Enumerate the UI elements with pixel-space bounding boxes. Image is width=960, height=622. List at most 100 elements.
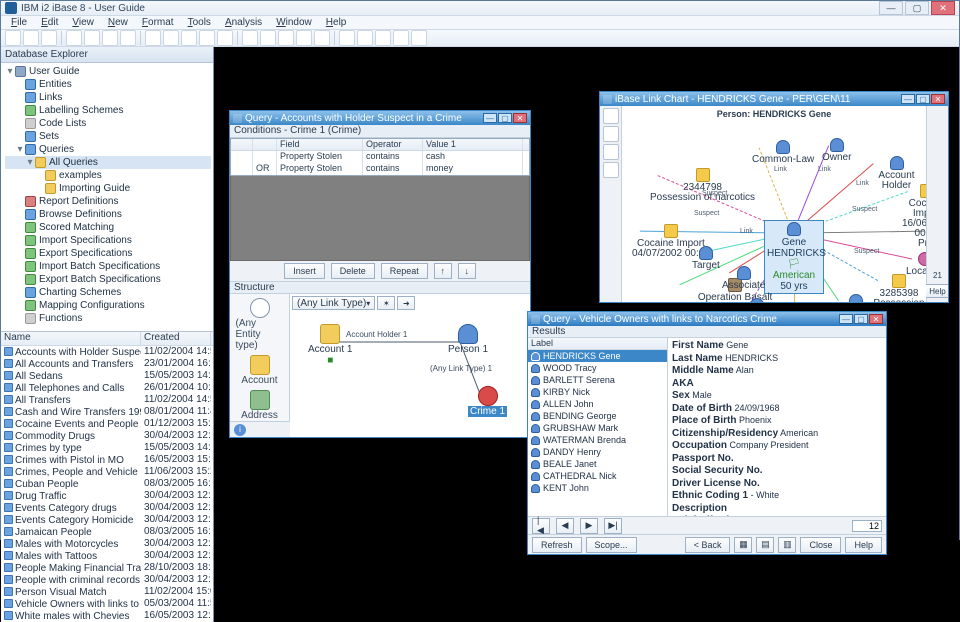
query-list-row[interactable]: Cocaine Events and People01/12/2003 15:2… [1, 418, 213, 430]
menu-format[interactable]: Format [136, 16, 180, 29]
query-list-row[interactable]: Vehicle Owners with links to Narcotics C… [1, 598, 213, 610]
qw2-titlebar[interactable]: Query - Vehicle Owners with links to Nar… [528, 312, 886, 326]
palette-item[interactable]: Address [236, 390, 284, 421]
tree-node[interactable]: Export Specifications [5, 247, 211, 260]
toolbar-button-21[interactable] [411, 30, 427, 46]
toolbar-button-17[interactable] [339, 30, 355, 46]
query-list-row[interactable]: Crimes with Pistol in MO16/05/2003 15:30… [1, 454, 213, 466]
result-row[interactable]: CATHEDRAL Nick [528, 470, 667, 482]
nav-next-button[interactable]: ▶ [580, 518, 598, 534]
toolbar-button-0[interactable] [5, 30, 21, 46]
result-row[interactable]: WATERMAN Brenda [528, 434, 667, 446]
chart-node[interactable]: 3285398Possession of narcotics [872, 274, 926, 302]
query-results-window[interactable]: Query - Vehicle Owners with links to Nar… [527, 311, 887, 555]
chart-node[interactable]: Common-Law [752, 140, 814, 165]
toolbar-button-13[interactable] [260, 30, 276, 46]
lc-max-button[interactable]: ▢ [916, 94, 930, 104]
menu-analysis[interactable]: Analysis [219, 16, 268, 29]
link-chart-canvas[interactable]: Person: HENDRICKS Gene Gene HENDRICKS 🏳 … [622, 106, 926, 302]
result-row[interactable]: DANDY Henry [528, 446, 667, 458]
qw2-close-button[interactable]: ✕ [869, 314, 883, 324]
result-row[interactable]: WOOD Tracy [528, 362, 667, 374]
entity-person-1[interactable]: Person 1 [448, 324, 488, 355]
query-list-row[interactable]: Jamaican People08/03/2005 16:01:49 [1, 526, 213, 538]
conditions-grid[interactable]: Field Operator Value 1 Property Stolenco… [230, 138, 530, 176]
chart-node[interactable]: Owner [742, 298, 771, 302]
back-button[interactable]: < Back [685, 537, 731, 553]
result-row[interactable]: BARLETT Serena [528, 374, 667, 386]
menu-new[interactable]: New [102, 16, 134, 29]
lc-tool-1[interactable] [603, 108, 619, 124]
results-list[interactable]: Label HENDRICKS GeneWOOD TracyBARLETT Se… [528, 338, 668, 516]
query-list-row[interactable]: Drug Traffic30/04/2003 12:17:20 [1, 490, 213, 502]
tree-node[interactable]: Export Batch Specifications [5, 273, 211, 286]
chart-button-1[interactable]: ▦ [734, 537, 752, 553]
lc-min-button[interactable]: — [901, 94, 915, 104]
tree-node[interactable]: Entities [5, 78, 211, 91]
result-row[interactable]: GRUBSHAW Mark [528, 422, 667, 434]
lc-titlebar[interactable]: iBase Link Chart - HENDRICKS Gene - PER\… [600, 92, 948, 106]
results-count-input[interactable] [852, 520, 882, 532]
condition-row[interactable]: ORProperty Stolencontainsmoney [231, 163, 529, 175]
toolbar-button-16[interactable] [314, 30, 330, 46]
chart-button-2[interactable]: ▤ [756, 537, 774, 553]
structure-canvas[interactable]: (Any Link Type) ▾ ✶ ➜ Account 1■ [290, 294, 530, 437]
query-list-row[interactable]: Cash and Wire Transfers 199708/01/2004 1… [1, 406, 213, 418]
help-button[interactable]: Help [845, 537, 882, 553]
toolbar-button-8[interactable] [163, 30, 179, 46]
toolbar-button-10[interactable] [199, 30, 215, 46]
result-row[interactable]: BEALE Janet [528, 458, 667, 470]
query-list-row[interactable]: Males with Tattoos30/04/2003 12:17:20 [1, 550, 213, 562]
menu-view[interactable]: View [66, 16, 100, 29]
query-list-row[interactable]: Crimes by type15/05/2003 14:49:57 [1, 442, 213, 454]
close-results-button[interactable]: Close [800, 537, 841, 553]
qw1-max-button[interactable]: ▢ [498, 113, 512, 123]
col-created[interactable]: Created [141, 332, 211, 345]
lc-tool-2[interactable] [603, 126, 619, 142]
repeat-button[interactable]: Repeat [381, 263, 428, 279]
query-list-row[interactable]: Accounts with Holder Suspect in a Crime1… [1, 346, 213, 358]
lc-tool-palette[interactable] [600, 106, 622, 302]
qw2-max-button[interactable]: ▢ [854, 314, 868, 324]
query-list-rows[interactable]: Accounts with Holder Suspect in a Crime1… [1, 346, 213, 622]
tree-node[interactable]: Import Batch Specifications [5, 260, 211, 273]
toolbar-button-9[interactable] [181, 30, 197, 46]
refresh-button[interactable]: Refresh [532, 537, 582, 553]
query-list-row[interactable]: All Sedans15/05/2003 14:43:38 [1, 370, 213, 382]
qw2-min-button[interactable]: — [839, 314, 853, 324]
database-explorer-tree[interactable]: ▾User GuideEntitiesLinksLabelling Scheme… [1, 63, 213, 331]
condition-row[interactable]: Property Stolencontainscash [231, 151, 529, 163]
toolbar-button-5[interactable] [102, 30, 118, 46]
tree-node[interactable]: ▾Queries [5, 143, 211, 156]
nav-last-button[interactable]: ▶| [604, 518, 622, 534]
tree-node[interactable]: Links [5, 91, 211, 104]
chart-node[interactable]: Subscriber [832, 294, 880, 302]
toolbar-button-18[interactable] [357, 30, 373, 46]
query-builder-window[interactable]: Query - Accounts with Holder Suspect in … [229, 110, 531, 438]
tree-node[interactable]: Charting Schemes [5, 286, 211, 299]
query-list-row[interactable]: White males with Chevies16/05/2003 12:48… [1, 610, 213, 622]
chart-node[interactable]: 2344798Possession of narcotics [650, 168, 755, 203]
query-list-row[interactable]: Events Category Homicide30/04/2003 12:17… [1, 514, 213, 526]
window-close-button[interactable]: ✕ [931, 1, 955, 15]
nav-first-button[interactable]: |◀ [532, 518, 550, 534]
tree-node[interactable]: Sets [5, 130, 211, 143]
lc-tool-3[interactable] [603, 144, 619, 160]
qw1-titlebar[interactable]: Query - Accounts with Holder Suspect in … [230, 111, 530, 125]
lc-tool-4[interactable] [603, 162, 619, 178]
chart-node[interactable]: Target [692, 246, 720, 271]
palette-item[interactable]: (Any Entity type) [236, 298, 284, 351]
chart-node[interactable]: Owner [822, 138, 851, 163]
toolbar-button-4[interactable] [84, 30, 100, 46]
entity-palette[interactable]: (Any Entity type)AccountAddressCase Name [230, 294, 290, 437]
chart-node[interactable]: Associate [722, 266, 765, 291]
menu-file[interactable]: File [5, 16, 33, 29]
query-list-row[interactable]: Cuban People08/03/2005 16:01:49 [1, 478, 213, 490]
toolbar-button-15[interactable] [296, 30, 312, 46]
result-row[interactable]: KENT John [528, 482, 667, 494]
query-list-row[interactable]: Person Visual Match11/02/2004 15:07:40 [1, 586, 213, 598]
lc-help-button[interactable]: Help [924, 284, 948, 298]
result-row[interactable]: KIRBY Nick [528, 386, 667, 398]
nav-prev-button[interactable]: ◀ [556, 518, 574, 534]
toolbar-button-2[interactable] [41, 30, 57, 46]
